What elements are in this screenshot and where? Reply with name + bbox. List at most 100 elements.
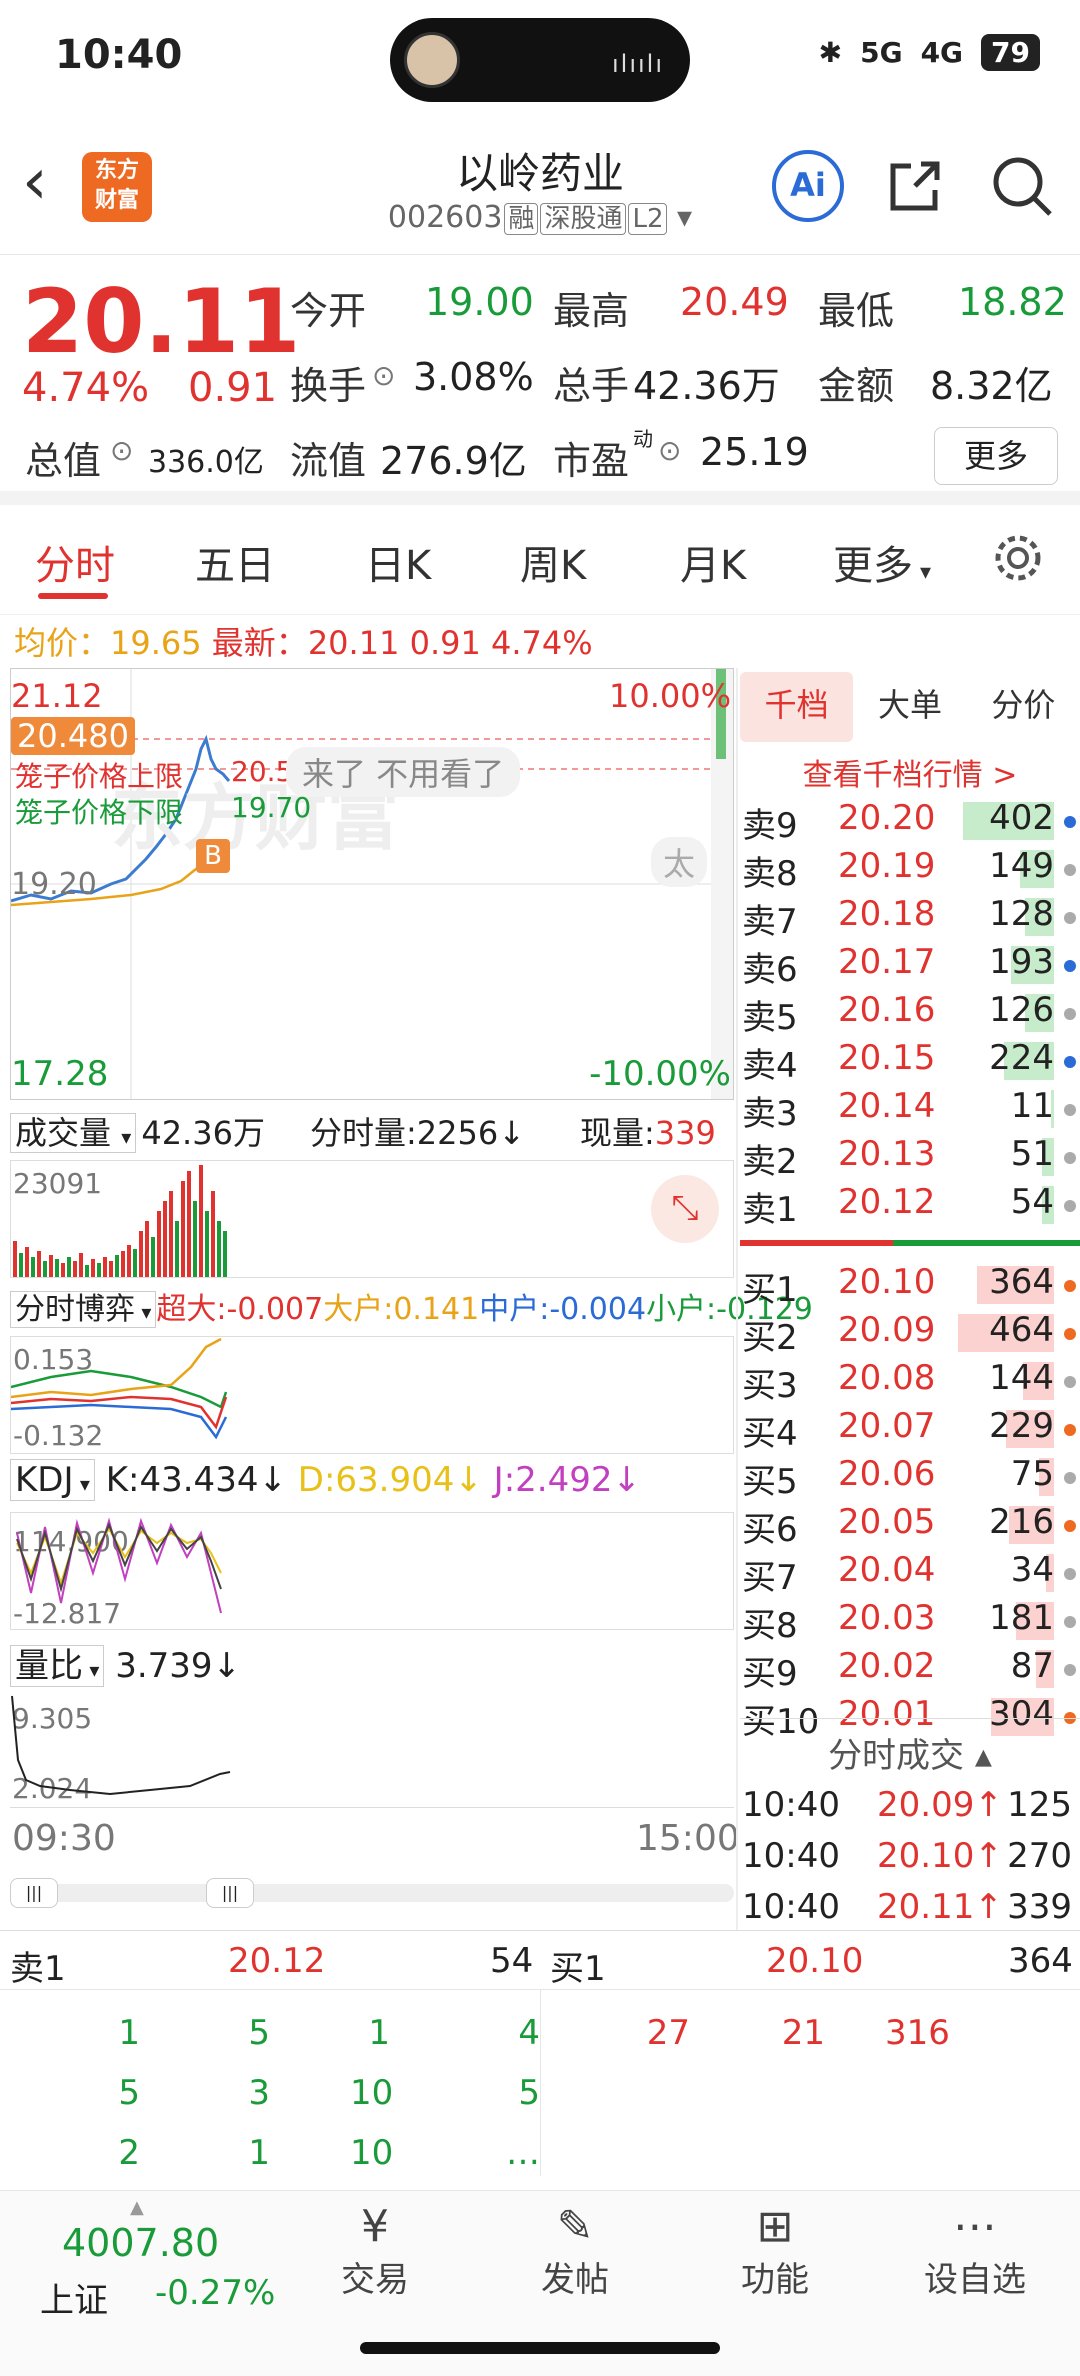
nav-watchlist[interactable]: ⋯ 设自选	[905, 2201, 1045, 2301]
ask-row[interactable]: 卖9 20.20 402	[742, 798, 1080, 846]
level-volume: 364	[989, 1262, 1054, 1302]
volume-header: 成交量 ▾ 42.36万 分时量:2256↓ 现量:339	[10, 1108, 734, 1164]
level-price: 20.05	[838, 1502, 936, 1542]
level-volume: 11	[1010, 1086, 1054, 1126]
buy-badge[interactable]: B	[196, 839, 230, 873]
level-label: 卖8	[742, 854, 798, 894]
avatar	[404, 32, 460, 88]
info-icon[interactable]: ⊙	[110, 434, 133, 467]
level-volume: 149	[989, 846, 1054, 886]
bid-row[interactable]: 买8 20.03 181	[742, 1598, 1080, 1646]
chart-scroll-track[interactable]: ||| |||	[10, 1878, 734, 1908]
level-dot-icon	[1064, 1200, 1076, 1212]
level-dot-icon	[1064, 960, 1076, 972]
view-depth-link[interactable]: 查看千档行情 >	[740, 750, 1080, 794]
tab-intraday[interactable]: 分时	[35, 533, 115, 591]
tag-connect: 深股通	[540, 203, 627, 235]
index-change: -0.27%	[155, 2273, 276, 2313]
nav-trade[interactable]: ¥ 交易	[305, 2201, 445, 2301]
scroll-handle-right[interactable]: |||	[206, 1878, 254, 1908]
level-dot-icon	[1064, 1616, 1076, 1628]
level-price: 20.20	[838, 798, 936, 838]
tab-big-order[interactable]: 大单	[853, 672, 966, 742]
level-dot-icon	[1064, 1328, 1076, 1340]
quote-panel: 20.11 4.74% 0.91 今开 19.00 最高 20.49 最低 18…	[0, 255, 1080, 505]
lb-chart[interactable]: 9.305 2.024	[10, 1690, 734, 1808]
queue-sell-vol: 54	[490, 1941, 534, 1981]
search-icon[interactable]	[990, 154, 1054, 218]
high-value: 20.49	[680, 280, 789, 324]
bid-row[interactable]: 买3 20.08 144	[742, 1358, 1080, 1406]
intraday-chart[interactable]: 东方财富 21.12 10.00% 20.480 笼子价格上限 20.52 来了…	[10, 668, 734, 1100]
dynamic-island[interactable]: ılıılı	[390, 18, 690, 102]
kdj-j: J:2.492↓	[493, 1460, 641, 1500]
kdj-chart[interactable]: 114.900 -12.817	[10, 1512, 734, 1630]
trade-time: 10:40	[742, 1887, 840, 1927]
game-large: 大户:0.141	[323, 1292, 480, 1327]
index-value[interactable]: 4007.80	[62, 2221, 219, 2265]
bid-row[interactable]: 买6 20.05 216	[742, 1502, 1080, 1550]
volume-selector[interactable]: 成交量 ▾	[10, 1113, 137, 1153]
tab-daily-k[interactable]: 日K	[365, 533, 431, 591]
ask-row[interactable]: 卖5 20.16 126	[742, 990, 1080, 1038]
avg-price-line: 均价：19.65 最新：20.11 0.91 4.74%	[14, 618, 593, 664]
trades-header[interactable]: 分时成交 ▴	[740, 1728, 1080, 1777]
ask-row[interactable]: 卖4 20.15 224	[742, 1038, 1080, 1086]
bid-row[interactable]: 买1 20.10 364	[742, 1262, 1080, 1310]
level-volume: 464	[989, 1310, 1054, 1350]
game-selector[interactable]: 分时博弈 ▾	[10, 1291, 157, 1328]
trade-price: 20.10↑	[877, 1836, 1003, 1876]
comment-bubble[interactable]: 来了 不用看了	[286, 747, 521, 797]
level-volume: 181	[989, 1598, 1054, 1638]
game-line-super	[11, 1395, 228, 1430]
bid-ask-ratio-bar	[740, 1240, 1080, 1246]
ask-row[interactable]: 卖2 20.13 51	[742, 1134, 1080, 1182]
tab-depth[interactable]: 千档	[740, 672, 854, 742]
ask-row[interactable]: 卖7 20.18 128	[742, 894, 1080, 942]
lb-selector[interactable]: 量比 ▾	[10, 1645, 105, 1687]
tab-price-dist[interactable]: 分价	[967, 672, 1080, 742]
level-dot-icon	[1064, 1376, 1076, 1388]
tab-more[interactable]: 更多 ▾	[833, 533, 931, 591]
volume-label: 总手	[553, 364, 630, 408]
low-label: 最低	[818, 289, 895, 333]
kdj-selector-label: KDJ	[15, 1460, 74, 1500]
share-icon[interactable]	[885, 156, 945, 216]
open-label: 今开	[290, 289, 367, 333]
bid-row[interactable]: 买9 20.02 87	[742, 1646, 1080, 1694]
game-chart[interactable]: 0.153 -0.132	[10, 1336, 734, 1454]
bid-row[interactable]: 买7 20.04 34	[742, 1550, 1080, 1598]
more-button[interactable]: 更多	[934, 427, 1058, 485]
cage-down-value: 19.70	[231, 791, 312, 824]
ask-row[interactable]: 卖1 20.12 54	[742, 1182, 1080, 1230]
ai-button[interactable]: Ai	[772, 150, 844, 222]
bid-row[interactable]: 买2 20.09 464	[742, 1310, 1080, 1358]
queue-sell-order: 5	[248, 2013, 270, 2053]
bid-row[interactable]: 买5 20.06 75	[742, 1454, 1080, 1502]
bid-row[interactable]: 买4 20.07 229	[742, 1406, 1080, 1454]
info-icon[interactable]: ⊙	[372, 359, 395, 392]
tab-monthly-k[interactable]: 月K	[680, 533, 746, 591]
ask-row[interactable]: 卖3 20.14 11	[742, 1086, 1080, 1134]
tab-weekly-k[interactable]: 周K	[520, 533, 586, 591]
latest-percent: 4.74%	[491, 624, 593, 662]
ask-row[interactable]: 卖6 20.17 193	[742, 942, 1080, 990]
scroll-handle-left[interactable]: |||	[10, 1878, 58, 1908]
expand-icon[interactable]: ⤡	[651, 1175, 719, 1243]
game-line-large	[11, 1337, 222, 1399]
queue-sell-order: 4	[518, 2013, 540, 2053]
high-label: 最高	[553, 289, 630, 333]
nav-post[interactable]: ✎ 发帖	[505, 2201, 645, 2301]
tab-five-day[interactable]: 五日	[195, 533, 275, 591]
kdj-selector[interactable]: KDJ ▾	[10, 1459, 95, 1501]
volume-chart[interactable]: 23091 ⤡	[10, 1160, 734, 1278]
gear-icon[interactable]	[990, 530, 1046, 586]
nav-functions[interactable]: ⊞ 功能	[705, 2201, 845, 2301]
queue-sell-order: …	[506, 2133, 540, 2173]
nav-trade-label: 交易	[341, 2260, 409, 2300]
info-icon[interactable]: ⊙	[658, 434, 681, 467]
ask-row[interactable]: 卖8 20.19 149	[742, 846, 1080, 894]
side-bubble[interactable]: 太	[651, 837, 708, 887]
game-super: 超大:-0.007	[156, 1292, 324, 1327]
amount-label: 金额	[818, 364, 895, 408]
